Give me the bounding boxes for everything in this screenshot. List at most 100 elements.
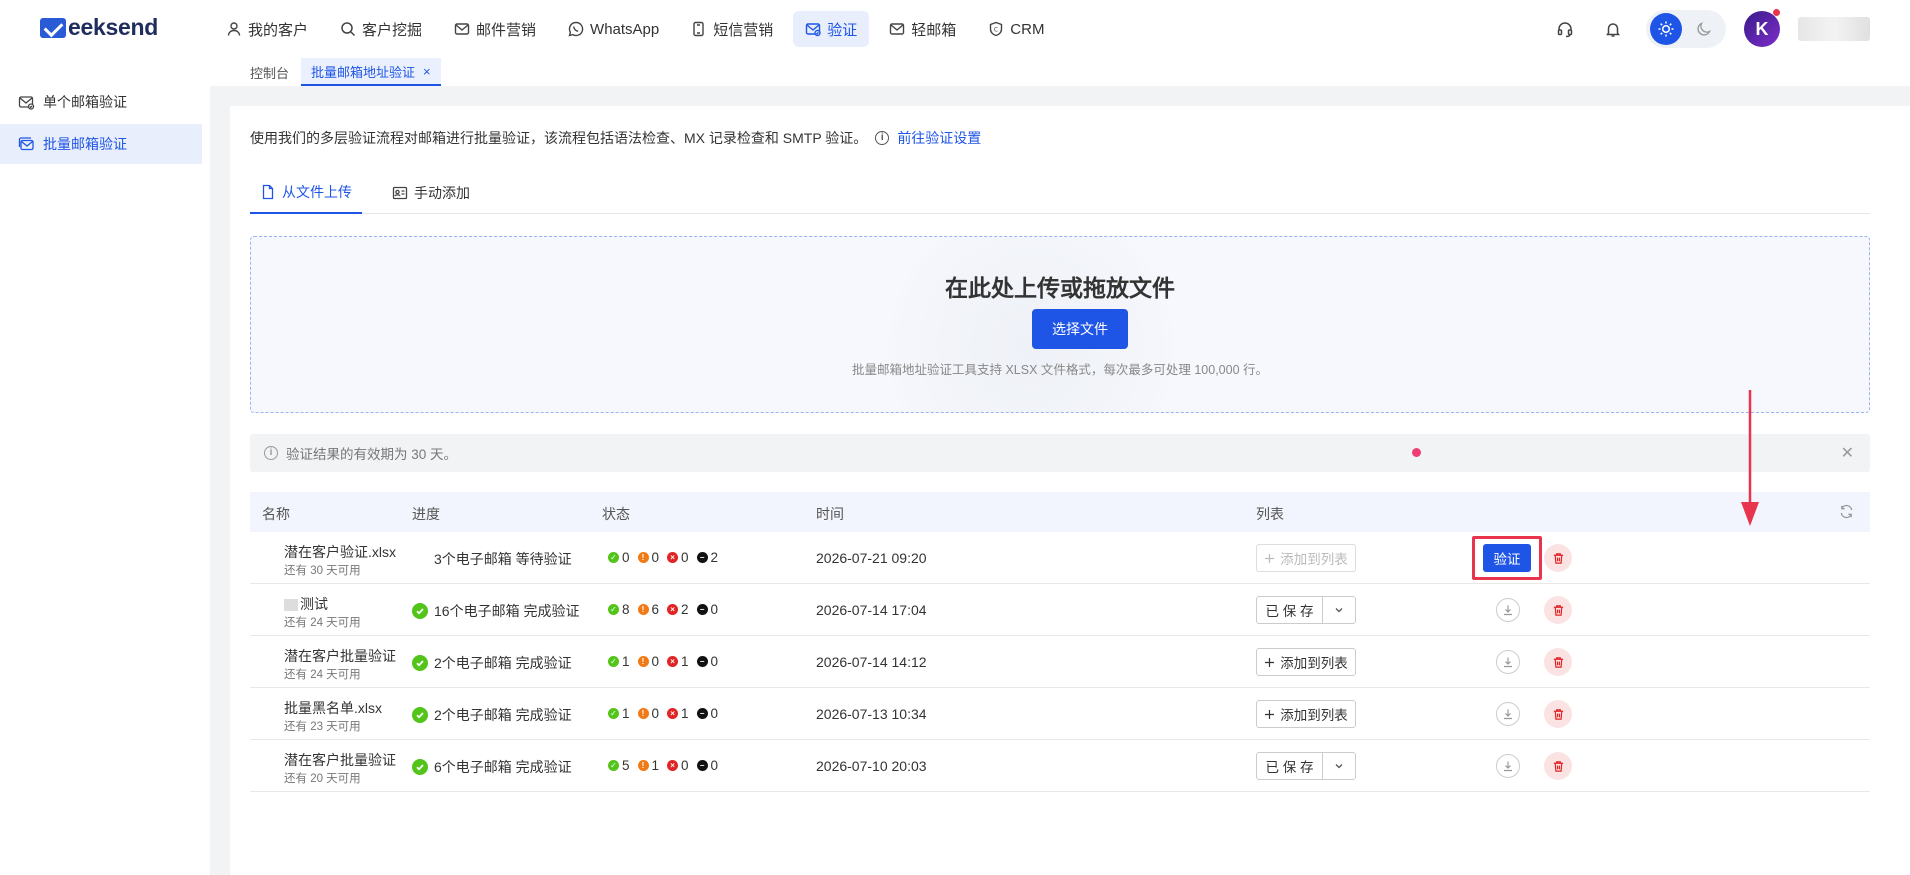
add-to-list-button[interactable]: 添加到列表 — [1256, 700, 1356, 728]
notice-close-button[interactable]: ✕ — [1841, 443, 1854, 463]
progress: 2个电子邮箱 完成验证 — [412, 705, 572, 725]
verify-settings-link[interactable]: 前往验证设置 — [897, 128, 981, 148]
delete-button[interactable] — [1544, 700, 1572, 728]
tab-manual-add[interactable]: 手动添加 — [382, 172, 480, 214]
download-button[interactable] — [1496, 702, 1520, 726]
avatar[interactable]: K — [1744, 9, 1780, 47]
status-risky: ! 0 — [637, 706, 660, 721]
file-expiry: 还有 24 天可用 — [284, 669, 361, 681]
progress-text: 2个电子邮箱 完成验证 — [434, 655, 572, 671]
file-icon — [262, 184, 274, 200]
check-circle-icon — [412, 603, 428, 619]
nav-item-email-marketing[interactable]: 邮件营销 — [442, 11, 548, 47]
unknown-icon: − — [696, 604, 708, 615]
add-to-list-button[interactable]: 添加到列表 — [1256, 544, 1356, 572]
status-valid-count: 1 — [622, 706, 630, 721]
nav-item-light-mailbox[interactable]: 轻邮箱 — [877, 11, 968, 47]
nav-item-crm[interactable]: C CRM — [976, 11, 1056, 47]
status-risky: ! 0 — [637, 550, 659, 565]
refresh-button[interactable] — [1839, 504, 1854, 522]
sidebar-item-single-email-verify[interactable]: 单个邮箱验证 — [0, 82, 202, 122]
logo[interactable]: eeksend — [40, 14, 158, 41]
status-invalid: × 2 — [667, 602, 689, 617]
status-unknown-count: 0 — [710, 758, 719, 773]
add-to-list-label: 添加到列表 — [1280, 656, 1348, 671]
intro: 使用我们的多层验证流程对邮箱进行批量验证，该流程包括语法检查、MX 记录检查和 … — [250, 128, 981, 148]
dropzone-title: 在此处上传或拖放文件 — [945, 275, 1175, 301]
nav-item-customer-mining[interactable]: 客户挖掘 — [328, 11, 434, 47]
nav-item-sms-marketing[interactable]: 短信营销 — [679, 11, 785, 47]
nav-item-label: 轻邮箱 — [911, 21, 957, 39]
status-invalid-count: 0 — [681, 550, 689, 565]
table-row: 潜在客户批量验证 还有 24 天可用 2个电子邮箱 完成验证 ✓ 1! 0 × 1−0 2026… — [250, 636, 1870, 688]
status-counts: ✓ 5! 1 × 0−0 — [608, 758, 722, 773]
progress-text: 6个电子邮箱 完成验证 — [434, 759, 572, 775]
tab-upload-from-file[interactable]: 从文件上传 — [250, 172, 362, 214]
status-counts: ✓ 1! 0 × 1−0 — [608, 654, 722, 669]
valid-icon: ✓ — [608, 604, 619, 615]
nav-item-label: 邮件营销 — [476, 21, 537, 39]
verify-button[interactable]: 验证 — [1483, 544, 1531, 572]
info-icon: i — [875, 131, 890, 145]
add-to-list-label: 添加到列表 — [1280, 708, 1348, 723]
file-name-text: 潜在客户批量验证 — [284, 752, 396, 768]
sidebar-item-bulk-email-verify[interactable]: 批量邮箱验证 — [0, 124, 202, 164]
nav-item-my-customers[interactable]: 我的客户 — [214, 11, 320, 47]
delete-button[interactable] — [1544, 544, 1572, 572]
dark-mode-button[interactable] — [1690, 15, 1718, 43]
nav-item-whatsapp[interactable]: WhatsApp — [556, 11, 671, 47]
header-status: 状态 — [602, 506, 630, 522]
plus-icon — [1264, 709, 1275, 720]
unknown-icon: − — [696, 760, 708, 771]
sidebar: 单个邮箱验证 批量邮箱验证 — [0, 82, 202, 166]
status-invalid-count: 0 — [681, 758, 689, 773]
valid-icon: ✓ — [608, 760, 619, 771]
delete-button[interactable] — [1544, 596, 1572, 624]
download-button[interactable] — [1496, 754, 1520, 778]
saved-label[interactable]: 已 保 存 — [1257, 753, 1323, 779]
intro-text: 使用我们的多层验证流程对邮箱进行批量验证，该流程包括语法检查、MX 记录检查和 … — [250, 130, 868, 146]
page-tab-bulk-email-verify[interactable]: 批量邮箱地址验证 × — [301, 58, 441, 86]
created-time: 2026-07-10 20:03 — [816, 758, 927, 774]
chevron-down-icon[interactable] — [1323, 605, 1355, 615]
close-icon[interactable]: × — [423, 64, 431, 79]
delete-button[interactable] — [1544, 648, 1572, 676]
contact-card-icon — [392, 186, 408, 200]
status-risky-count: 6 — [651, 602, 660, 617]
valid-icon: ✓ — [608, 552, 619, 563]
nav-item-verify[interactable]: 验证 — [793, 11, 870, 47]
moon-icon — [1697, 22, 1711, 36]
add-to-list-button[interactable]: 添加到列表 — [1256, 648, 1356, 676]
notifications-button[interactable] — [1598, 14, 1628, 44]
saved-label[interactable]: 已 保 存 — [1257, 597, 1323, 623]
download-button[interactable] — [1496, 650, 1520, 674]
invalid-icon: × — [667, 552, 679, 563]
invalid-icon: × — [667, 604, 679, 615]
support-headset-button[interactable] — [1550, 14, 1580, 44]
status-risky-count: 0 — [651, 706, 660, 721]
status-invalid: × 1 — [667, 654, 689, 669]
theme-toggle[interactable] — [1646, 10, 1726, 48]
nav-item-label: 客户挖掘 — [362, 21, 423, 39]
created-time: 2026-07-13 10:34 — [816, 706, 927, 722]
user-icon — [227, 22, 241, 36]
light-mode-button[interactable] — [1650, 13, 1682, 45]
file-dropzone[interactable]: 在此处上传或拖放文件 选择文件 批量邮箱地址验证工具支持 XLSX 文件格式，每… — [250, 236, 1870, 413]
chevron-down-icon[interactable] — [1323, 761, 1355, 771]
page-tab-console[interactable]: 控制台 — [240, 58, 299, 86]
download-button[interactable] — [1496, 598, 1520, 622]
mail-check-icon — [18, 95, 35, 110]
file-name: 批量黑名单.xlsx — [284, 698, 382, 718]
delete-button[interactable] — [1544, 752, 1572, 780]
file-name-text: 潜在客户验证.xlsx — [284, 544, 396, 560]
saved-list-button: 已 保 存 — [1256, 596, 1356, 624]
choose-file-button[interactable]: 选择文件 — [1032, 309, 1128, 349]
light-mail-icon — [890, 23, 905, 35]
user-name-redacted[interactable] — [1798, 17, 1870, 41]
mail-stack-icon — [18, 136, 34, 150]
progress: 3个电子邮箱 等待验证 — [412, 549, 572, 569]
file-expiry: 还有 30 天可用 — [284, 565, 361, 577]
status-unknown: −0 — [696, 602, 718, 617]
created-time: 2026-07-14 14:12 — [816, 654, 927, 670]
svg-text:C: C — [994, 27, 998, 34]
